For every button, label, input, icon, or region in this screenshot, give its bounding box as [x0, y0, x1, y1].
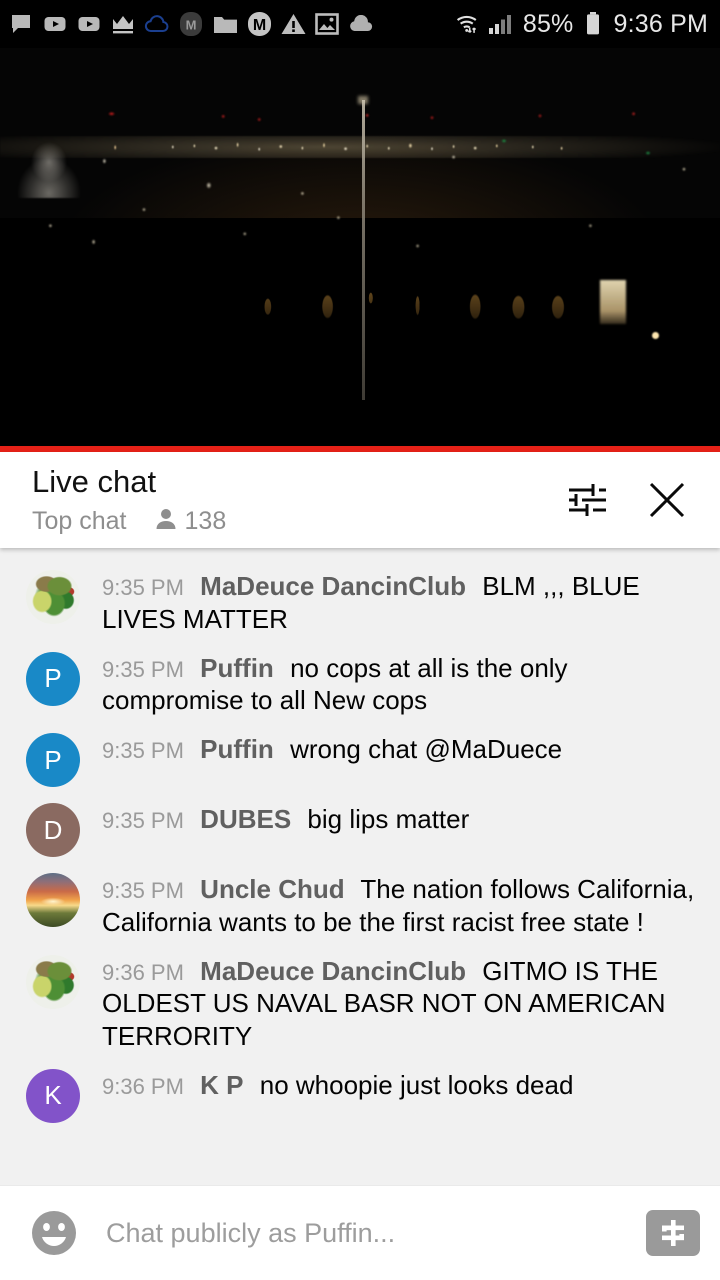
chat-input-field[interactable]: Chat publicly as Puffin...	[82, 1218, 646, 1249]
message-author[interactable]: Puffin	[200, 653, 274, 683]
message-timestamp: 9:35 PM	[102, 575, 184, 600]
video-scattered-lights	[0, 48, 720, 452]
message-text: big lips matter	[307, 804, 470, 834]
chat-message-body: 9:36 PM MaDeuce DancinClub GITMO IS THE …	[102, 955, 702, 1053]
message-text: wrong chat @MaDuece	[290, 734, 563, 764]
viewer-count-label: 138	[184, 506, 227, 535]
chat-message[interactable]: K 9:36 PM K P no whoopie just looks dead	[0, 1061, 720, 1131]
live-chat-header-titles: Live chat Top chat 138	[32, 464, 564, 536]
avatar[interactable]	[26, 570, 80, 624]
close-x-icon[interactable]	[644, 477, 690, 523]
message-author[interactable]: K P	[200, 1070, 243, 1100]
person-icon	[155, 507, 177, 536]
m-badge-icon: M	[178, 11, 204, 37]
message-author[interactable]: Uncle Chud	[200, 874, 344, 904]
folder-icon	[212, 11, 238, 37]
video-small-light	[652, 332, 659, 339]
chat-message[interactable]: D 9:35 PM DUBES big lips matter	[0, 795, 720, 865]
battery-icon	[580, 11, 606, 37]
status-bar-clock: 9:36 PM	[613, 9, 708, 38]
youtube-play-icon	[76, 11, 102, 37]
crown-icon	[110, 11, 136, 37]
emoji-smiley-icon[interactable]	[26, 1205, 82, 1261]
message-author[interactable]: MaDeuce DancinClub	[200, 956, 466, 986]
video-player[interactable]	[0, 48, 720, 452]
chat-message-body: 9:35 PM DUBES big lips matter	[102, 803, 702, 836]
message-text: no whoopie just looks dead	[259, 1069, 574, 1100]
image-icon	[314, 11, 340, 37]
video-memorial-dome	[6, 136, 92, 198]
wifi-transfer-icon	[455, 11, 481, 37]
live-chat-header: Live chat Top chat 138	[0, 452, 720, 548]
youtube-play-icon	[42, 11, 68, 37]
youtube-live-chat-screen: M M 85% 9:36 PM Live chat Top chat 138 9…	[0, 0, 720, 1280]
chat-message[interactable]: P 9:35 PM Puffin no cops at all is the o…	[0, 644, 720, 726]
battery-percent-label: 85%	[522, 9, 574, 38]
status-bar: M M 85% 9:36 PM	[0, 0, 720, 48]
cloud-filled-icon	[348, 11, 374, 37]
cloud-outline-icon	[144, 11, 170, 37]
avatar[interactable]: D	[26, 803, 80, 857]
video-flag-mast	[362, 100, 365, 400]
dollar-superchat-icon[interactable]	[646, 1210, 700, 1256]
avatar-letter: K	[44, 1080, 62, 1111]
cellular-signal-icon	[488, 11, 514, 37]
chat-message-body: 9:35 PM Uncle Chud The nation follows Ca…	[102, 873, 702, 939]
m-circle-icon: M	[246, 11, 272, 37]
chat-input-bar: Chat publicly as Puffin...	[0, 1185, 720, 1280]
message-author[interactable]: Puffin	[200, 734, 274, 764]
avatar[interactable]	[26, 954, 80, 1009]
message-bubble-icon	[8, 11, 34, 37]
svg-text:M: M	[186, 18, 197, 33]
live-chat-header-actions	[564, 477, 698, 523]
chat-message-body: 9:35 PM Puffin no cops at all is the onl…	[102, 652, 702, 718]
avatar[interactable]	[26, 873, 80, 927]
warning-triangle-icon	[280, 11, 306, 37]
viewer-count-group: 138	[155, 506, 227, 536]
video-bright-building	[600, 280, 626, 324]
live-chat-message-list[interactable]: 9:35 PM MaDeuce DancinClub BLM ,,, BLUE …	[0, 548, 720, 1185]
avatar[interactable]: P	[26, 733, 80, 787]
avatar-letter: P	[44, 663, 62, 693]
chat-message-body: 9:35 PM Puffin wrong chat @MaDuece	[102, 733, 702, 766]
status-bar-notification-icons: M M	[8, 11, 455, 37]
avatar[interactable]: K	[26, 1068, 80, 1123]
message-author[interactable]: DUBES	[200, 804, 291, 834]
message-text: The nation follows California, Californi…	[102, 874, 695, 937]
avatar-letter: P	[44, 744, 62, 775]
chat-message[interactable]: 9:36 PM MaDeuce DancinClub GITMO IS THE …	[0, 947, 720, 1061]
message-timestamp: 9:35 PM	[102, 738, 184, 763]
chat-message-body: 9:36 PM K P no whoopie just looks dead	[102, 1069, 702, 1102]
svg-text:M: M	[252, 17, 265, 34]
message-timestamp: 9:35 PM	[102, 808, 184, 833]
tune-sliders-icon[interactable]	[564, 477, 610, 523]
message-timestamp: 9:36 PM	[102, 959, 184, 985]
avatar-letter: D	[43, 814, 63, 845]
live-chat-subheader: Top chat 138	[32, 507, 564, 536]
chat-message[interactable]: 9:35 PM Uncle Chud The nation follows Ca…	[0, 865, 720, 947]
chat-message[interactable]: 9:35 PM MaDeuce DancinClub BLM ,,, BLUE …	[0, 562, 720, 644]
chat-mode-label[interactable]: Top chat	[32, 507, 127, 536]
message-timestamp: 9:36 PM	[102, 1073, 184, 1099]
chat-message-body: 9:35 PM MaDeuce DancinClub BLM ,,, BLUE …	[102, 570, 702, 636]
avatar[interactable]: P	[26, 651, 80, 706]
chat-message[interactable]: P 9:35 PM Puffin wrong chat @MaDuece	[0, 725, 720, 795]
message-timestamp: 9:35 PM	[102, 656, 184, 682]
status-bar-system-icons: 85% 9:36 PM	[455, 10, 708, 39]
message-timestamp: 9:35 PM	[102, 878, 184, 903]
message-author[interactable]: MaDeuce DancinClub	[200, 571, 466, 601]
page-title: Live chat	[32, 464, 157, 500]
